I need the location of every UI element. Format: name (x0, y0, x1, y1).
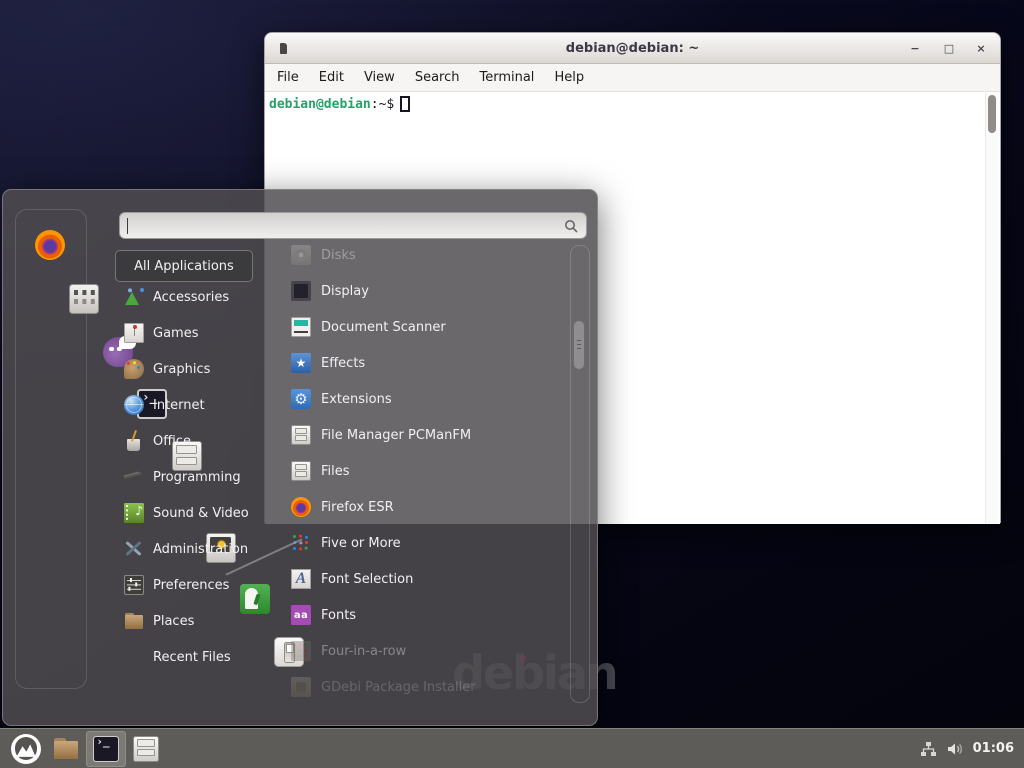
games-icon (124, 323, 144, 343)
category-programming[interactable]: Programming (119, 459, 279, 495)
app-firefox-esr[interactable]: Firefox ESR (291, 489, 567, 525)
menu-edit[interactable]: Edit (309, 70, 354, 85)
prompt-separator: : (371, 97, 379, 112)
app-gdebi-package-installer[interactable]: GDebi Package Installer (291, 669, 567, 705)
app-document-scanner[interactable]: Document Scanner (291, 309, 567, 345)
preferences-icon (124, 575, 144, 595)
clock[interactable]: 01:06 (973, 741, 1014, 756)
terminal-titlebar[interactable]: debian@debian: ~ − □ × (265, 33, 1000, 64)
maximize-button[interactable]: □ (936, 33, 962, 63)
internet-icon (124, 395, 144, 415)
effects-icon (291, 353, 311, 373)
terminal-scrollbar-thumb[interactable] (988, 95, 996, 133)
app-display[interactable]: Display (291, 273, 567, 309)
category-places[interactable]: Places (119, 603, 279, 639)
terminal-scrollbar[interactable] (985, 93, 998, 523)
folder-icon (124, 611, 144, 631)
system-tray: 01:06 (920, 741, 1018, 757)
sound-video-icon (124, 503, 144, 523)
taskbar: 01:06 (0, 728, 1024, 768)
network-icon[interactable] (920, 741, 937, 757)
extensions-icon (291, 389, 311, 409)
display-icon (291, 281, 311, 301)
app-five-or-more[interactable]: Five or More (291, 525, 567, 561)
accessories-icon (124, 287, 144, 307)
app-four-in-a-row[interactable]: Four-in-a-row (291, 633, 567, 669)
app-fonts[interactable]: Fonts (291, 597, 567, 633)
menu-logo-icon (11, 734, 41, 764)
programming-icon (124, 467, 144, 487)
category-recent-files[interactable]: Recent Files (119, 639, 279, 675)
category-office[interactable]: Office (119, 423, 279, 459)
terminal-icon (93, 736, 119, 762)
app-file-manager-pcmanfm[interactable]: File Manager PCManFM (291, 417, 567, 453)
menu-button[interactable] (6, 731, 46, 767)
administration-icon (124, 539, 144, 559)
category-games[interactable]: Games (119, 315, 279, 351)
font-selection-icon (291, 569, 311, 589)
menu-scrollbar-thumb[interactable] (573, 320, 585, 370)
application-menu: All Applications Accessories Games Graph… (2, 189, 598, 726)
text-caret (127, 218, 128, 234)
firefox-icon (291, 497, 311, 517)
prompt-user-host: debian@debian (269, 97, 371, 112)
file-cabinet-icon (133, 736, 159, 762)
app-font-selection[interactable]: Font Selection (291, 561, 567, 597)
office-icon (124, 431, 144, 451)
app-extensions[interactable]: Extensions (291, 381, 567, 417)
window-icon (280, 43, 287, 54)
category-preferences[interactable]: Preferences (119, 567, 279, 603)
favorites-rail (15, 209, 87, 689)
app-files[interactable]: Files (291, 453, 567, 489)
file-cabinet-icon (291, 425, 311, 445)
minimize-button[interactable]: − (902, 33, 928, 63)
volume-icon[interactable] (946, 741, 964, 757)
menu-help[interactable]: Help (544, 70, 594, 85)
file-cabinet-icon (291, 461, 311, 481)
menu-terminal[interactable]: Terminal (469, 70, 544, 85)
category-list: Accessories Games Graphics Internet Offi… (119, 279, 279, 675)
keyboard-launcher-icon[interactable] (69, 284, 99, 314)
fonts-icon (291, 605, 311, 625)
folder-icon (53, 736, 79, 762)
terminal-cursor (400, 96, 410, 112)
app-effects[interactable]: Effects (291, 345, 567, 381)
all-applications-button[interactable]: All Applications (115, 250, 253, 282)
close-button[interactable]: × (968, 33, 994, 63)
four-in-a-row-icon (291, 641, 311, 661)
document-scanner-icon (291, 317, 311, 337)
disks-icon (291, 245, 311, 265)
category-accessories[interactable]: Accessories (119, 279, 279, 315)
search-input[interactable] (119, 212, 587, 239)
category-internet[interactable]: Internet (119, 387, 279, 423)
files-launcher[interactable] (126, 731, 166, 767)
terminal-menubar: File Edit View Search Terminal Help (265, 64, 1000, 92)
graphics-icon (124, 359, 144, 379)
prompt-symbol: $ (386, 97, 394, 112)
folder-launcher[interactable] (46, 731, 86, 767)
gdebi-icon (291, 677, 311, 697)
terminal-window-button[interactable] (86, 731, 126, 767)
application-list: Disks Display Document Scanner Effects E… (291, 237, 567, 705)
menu-search[interactable]: Search (405, 70, 470, 85)
menu-scrollbar[interactable] (570, 245, 590, 703)
app-disks[interactable]: Disks (291, 237, 567, 273)
window-title: debian@debian: ~ (566, 41, 699, 56)
menu-view[interactable]: View (354, 70, 405, 85)
menu-file[interactable]: File (267, 70, 309, 85)
firefox-launcher-icon[interactable] (35, 230, 65, 260)
category-graphics[interactable]: Graphics (119, 351, 279, 387)
search-icon (563, 218, 580, 235)
category-sound-video[interactable]: Sound & Video (119, 495, 279, 531)
